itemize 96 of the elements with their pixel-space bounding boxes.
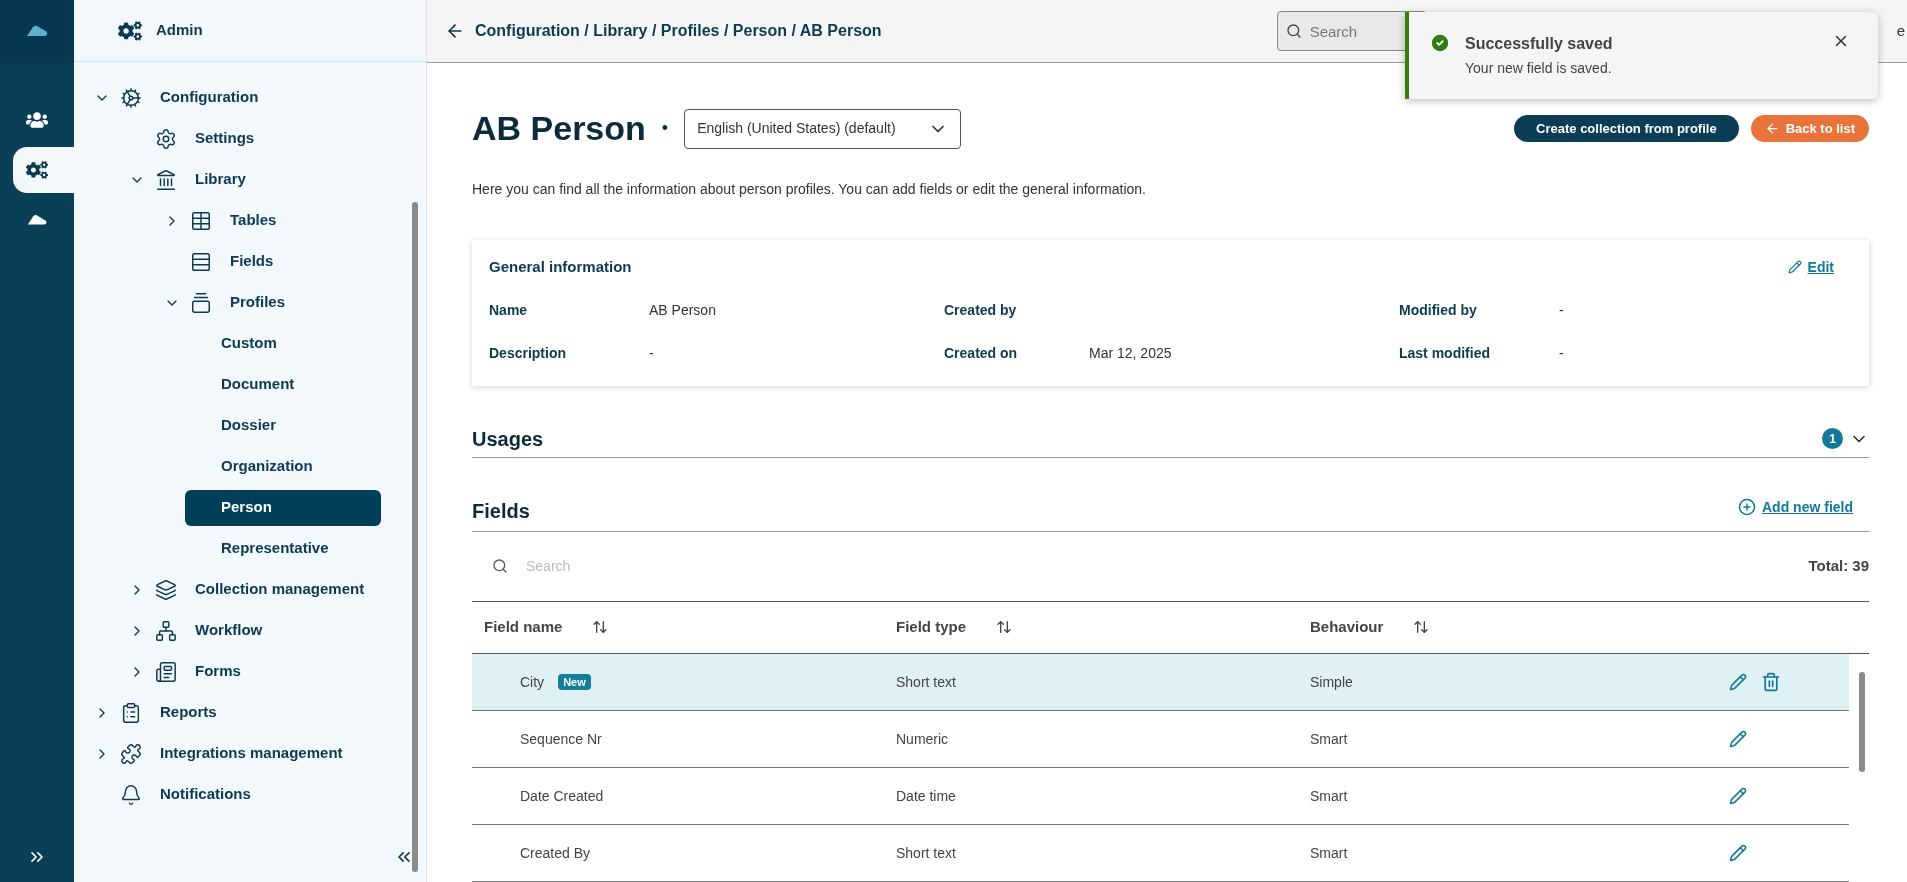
gear-icon (120, 86, 142, 109)
search-field[interactable]: Search (526, 555, 826, 577)
info-value: - (1559, 344, 1565, 364)
status-dot: • (661, 117, 669, 141)
info-value: - (649, 344, 655, 364)
scrollbar[interactable] (412, 202, 418, 872)
plus-circle-icon (1738, 498, 1756, 517)
nav-item[interactable]: Forms (191, 660, 245, 683)
page-description: Here you can find all the information about person profiles. You can add fields or edit the general information. (472, 179, 1147, 199)
info-value: AB Person (649, 301, 717, 321)
sort-icon[interactable] (592, 619, 609, 636)
pencil-icon[interactable] (1729, 787, 1747, 805)
gear-icon (155, 127, 177, 150)
user-name[interactable]: e (1896, 19, 1905, 43)
nav-item[interactable]: Notifications (156, 783, 255, 806)
nav-item[interactable]: Settings (191, 127, 259, 150)
card-title: General information (489, 256, 632, 277)
people-icon (26, 109, 48, 131)
info-label: Modified by (1399, 301, 1478, 321)
column-header: Field type (896, 617, 966, 638)
rail-button[interactable] (13, 147, 74, 193)
table-cell-text: Smart (1310, 729, 1348, 749)
toast-message: Your new field is saved. (1465, 59, 1613, 78)
nav-item[interactable]: Integrations management (156, 742, 347, 765)
rows-icon (190, 250, 212, 273)
table-cell-text: Simple (1310, 672, 1353, 692)
check-circle-icon (1429, 32, 1451, 54)
new-badge: New (558, 673, 591, 691)
form-icon (155, 660, 177, 683)
bell-icon (120, 783, 142, 806)
nav-item[interactable]: Profiles (226, 291, 290, 314)
table-cell-text: Date time (896, 786, 956, 806)
nav-item[interactable]: Reports (156, 701, 221, 724)
table-cell-text: Created By (520, 843, 591, 863)
scrollbar[interactable] (1859, 672, 1865, 772)
info-label: Name (489, 301, 529, 321)
pencil-icon (1787, 260, 1802, 275)
total-count: Total: 39 (1808, 556, 1869, 576)
bank-icon (155, 168, 177, 191)
table-cell-text: Short text (896, 672, 956, 692)
nav-title: Admin (156, 20, 203, 41)
table-cell-text: City (520, 672, 545, 692)
info-value: Mar 12, 2025 (1089, 344, 1173, 364)
table-row[interactable]: City New Short text Simple (472, 654, 1849, 711)
network-icon (155, 619, 177, 642)
page-title: AB Person (472, 108, 646, 150)
nav-item[interactable]: Workflow (191, 619, 267, 642)
add-field-link[interactable]: Add new field (1738, 496, 1853, 518)
gears-icon (118, 18, 142, 43)
column-header: Behaviour (1310, 617, 1384, 638)
language-dropdown[interactable]: English (United States) (default) (684, 108, 962, 149)
table-icon (190, 209, 212, 232)
clipboard-icon (120, 701, 142, 724)
nav-item[interactable]: Dossier (185, 407, 381, 444)
table-cell-text: Numeric (896, 729, 949, 749)
pencil-icon[interactable] (1729, 844, 1747, 862)
logo-icon (25, 24, 49, 38)
layers-icon (155, 578, 177, 601)
pencil-icon[interactable] (1729, 730, 1747, 748)
info-label: Created on (944, 344, 1019, 364)
section-title: Usages (472, 426, 544, 452)
nav-item[interactable]: Collection management (191, 578, 369, 601)
nav-item[interactable]: Fields (226, 250, 278, 273)
pencil-icon[interactable] (1729, 673, 1747, 691)
table-cell-text: Short text (896, 843, 956, 863)
nav-item[interactable]: Organization (185, 448, 381, 485)
count-badge: 1 (1822, 428, 1843, 450)
sort-icon[interactable] (996, 619, 1012, 636)
search-icon (492, 558, 508, 575)
trash-icon[interactable] (1761, 672, 1781, 692)
column-header: Field name (484, 617, 563, 638)
info-label: Created by (944, 301, 1018, 321)
section-title: Fields (472, 499, 530, 525)
table-cell-text: Sequence Nr (520, 729, 602, 749)
nav-item[interactable]: Configuration (156, 86, 263, 109)
table-cell-text: Date Created (520, 786, 604, 806)
puzzle-icon (120, 742, 142, 765)
nav-item[interactable]: Representative (185, 530, 381, 567)
breadcrumb: Configuration / Library / Profiles / Person / AB Person (475, 21, 882, 41)
nav-item[interactable]: Tables (226, 209, 281, 232)
info-value: - (1559, 301, 1565, 321)
stack-icon (190, 291, 212, 314)
create-collection-button[interactable]: Create collection from profile (1514, 115, 1739, 142)
search-icon (1285, 23, 1302, 39)
toast-title: Successfully saved (1465, 34, 1613, 54)
table-cell-text: Smart (1310, 786, 1348, 806)
nav-item[interactable]: Library (191, 168, 250, 191)
sort-icon[interactable] (1413, 619, 1430, 636)
nav-item[interactable]: Custom (185, 325, 381, 362)
nav-item[interactable]: Document (185, 366, 381, 403)
gears-icon (26, 159, 48, 181)
nav-item[interactable]: Person (185, 489, 381, 526)
info-label: Last modified (1399, 344, 1491, 364)
table-cell-text: Smart (1310, 843, 1348, 863)
info-label: Description (489, 344, 567, 364)
edit-link[interactable]: Edit (1787, 256, 1834, 278)
